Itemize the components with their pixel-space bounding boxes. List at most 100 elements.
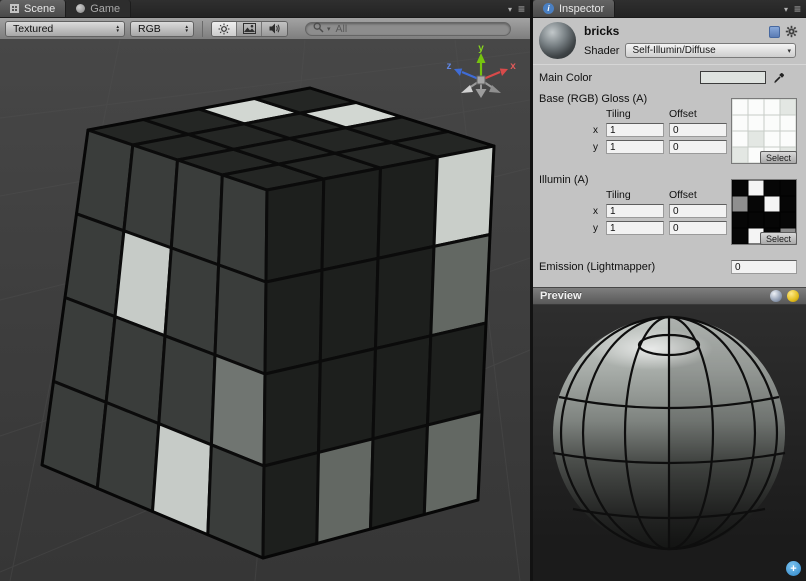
base-texture-thumbnail[interactable]: Select (731, 98, 797, 164)
scene-canvas[interactable] (0, 40, 530, 581)
search-icon (313, 20, 324, 38)
tab-scene-label: Scene (24, 3, 55, 15)
scene-toolbar: Textured ▲▼ RGB ▲▼ ▾ All (0, 18, 530, 40)
main-color-swatch[interactable] (700, 71, 766, 84)
illumin-tiling-x-input[interactable] (606, 204, 664, 218)
illumin-offset-x-input[interactable] (669, 204, 727, 218)
illumin-texture-thumbnail[interactable]: Select (731, 179, 797, 245)
texture-cell (748, 180, 764, 196)
render-mode-value: RGB (138, 23, 161, 35)
scene-pane: Scene Game ▾ ≡ Textured ▲▼ RGB ▲▼ (0, 0, 530, 581)
gizmo-y-label: y (478, 43, 484, 54)
material-header: bricks Shader Self-Illumin/Diffuse ▾ (533, 18, 806, 64)
base-tiling-y-input[interactable] (606, 140, 664, 154)
inspector-strip-icons: ▾ ≡ (784, 0, 801, 18)
scene-audio-toggle[interactable] (262, 22, 287, 36)
shader-dropdown[interactable]: Self-Illumin/Diffuse ▾ (625, 43, 796, 58)
preview-sphere-toggle-icon[interactable] (770, 290, 782, 302)
gizmo-cone[interactable] (476, 89, 487, 98)
gizmo-y-cone[interactable] (477, 53, 486, 63)
y-row-label: y (585, 142, 601, 153)
texture-cell (764, 99, 780, 115)
cube-tile (317, 439, 373, 544)
search-filter-caret-icon[interactable]: ▾ (327, 25, 331, 33)
inspector-pane: i Inspector ▾ ≡ bricks Shader Self-Illum… (533, 0, 806, 581)
x-row-label: x (585, 125, 601, 136)
preview-light-toggle-icon[interactable] (787, 290, 799, 302)
scene-tabstrip: Scene Game ▾ ≡ (0, 0, 530, 18)
base-tiling-x-input[interactable] (606, 123, 664, 137)
pane-dropdown-icon[interactable]: ▾ (784, 5, 788, 14)
tab-inspector-label: Inspector (559, 3, 604, 15)
texture-cell (780, 131, 796, 147)
tab-scene[interactable]: Scene (0, 0, 66, 17)
game-icon (76, 4, 85, 13)
gizmo-z-cone[interactable] (454, 69, 462, 77)
scene-lighting-toggle[interactable] (212, 22, 237, 36)
emission-input[interactable] (731, 260, 797, 274)
base-texture-select-button[interactable]: Select (760, 151, 797, 164)
help-doc-icon[interactable] (769, 26, 780, 38)
texture-cell (732, 228, 748, 244)
cube-tile (320, 258, 378, 361)
pane-menu-icon[interactable]: ≡ (518, 4, 525, 14)
preview-header[interactable]: Preview (533, 287, 806, 305)
cube-tile (153, 424, 212, 535)
texture-cell (732, 115, 748, 131)
draw-mode-value: Textured (13, 23, 53, 35)
cube-tile (431, 235, 490, 336)
cube-tile (322, 168, 381, 270)
material-info: bricks Shader Self-Illumin/Diffuse ▾ (584, 22, 798, 64)
popup-arrows-icon: ▲▼ (185, 25, 189, 33)
texture-cell (764, 196, 780, 212)
render-mode-dropdown[interactable]: RGB ▲▼ (130, 21, 194, 37)
preview-sphere[interactable] (533, 305, 806, 580)
tiling-header: Tiling (606, 189, 664, 201)
cube-tile (208, 445, 264, 558)
shader-row: Shader Self-Illumin/Diffuse ▾ (584, 43, 798, 58)
texture-cell (732, 99, 748, 115)
tab-game[interactable]: Game (66, 0, 131, 17)
illumin-texture-select-button[interactable]: Select (760, 232, 797, 245)
texture-cell (780, 212, 796, 228)
speaker-icon (269, 23, 281, 34)
texture-cell (732, 147, 748, 163)
illumin-tiling-y-input[interactable] (606, 221, 664, 235)
search-field[interactable]: ▾ All (305, 22, 511, 36)
scene-grid-icon (10, 4, 19, 13)
texture-cell (764, 212, 780, 228)
preview-area: + (533, 305, 806, 581)
scene-skybox-toggle[interactable] (237, 22, 262, 36)
base-offset-x-input[interactable] (669, 123, 727, 137)
material-ball-thumbnail (539, 22, 576, 59)
illumin-offset-y-input[interactable] (669, 221, 727, 235)
texture-cell (780, 99, 796, 115)
add-button[interactable]: + (786, 561, 801, 576)
gizmo-center-cube[interactable] (477, 76, 485, 84)
scene-viewport[interactable]: y x z (0, 40, 530, 581)
offset-header: Offset (669, 189, 727, 201)
emission-label: Emission (Lightmapper) (539, 261, 655, 273)
tab-game-label: Game (90, 3, 120, 15)
main-color-label: Main Color (539, 72, 592, 84)
illumin-texture-section: Illumin (A) Tiling Offset x y Select (533, 171, 806, 253)
tab-inspector[interactable]: i Inspector (533, 0, 615, 17)
chevron-down-icon: ▾ (787, 47, 791, 55)
scene-gizmo[interactable]: y x z (444, 42, 518, 110)
gizmo-x-cone[interactable] (500, 69, 508, 77)
eyedropper-icon[interactable] (772, 71, 786, 85)
texture-cell (764, 115, 780, 131)
pane-menu-icon[interactable]: ≡ (794, 4, 801, 14)
shader-value: Self-Illumin/Diffuse (632, 45, 715, 56)
pane-dropdown-icon[interactable]: ▾ (508, 5, 512, 14)
scene-toggle-group (211, 21, 288, 37)
base-offset-y-input[interactable] (669, 140, 727, 154)
draw-mode-dropdown[interactable]: Textured ▲▼ (5, 21, 125, 37)
cube-tile (264, 361, 320, 466)
texture-cell (748, 212, 764, 228)
cube-tile (378, 157, 437, 258)
texture-cell (748, 115, 764, 131)
gear-icon[interactable] (785, 25, 798, 38)
texture-cell (732, 212, 748, 228)
scene-strip-icons: ▾ ≡ (508, 0, 525, 18)
